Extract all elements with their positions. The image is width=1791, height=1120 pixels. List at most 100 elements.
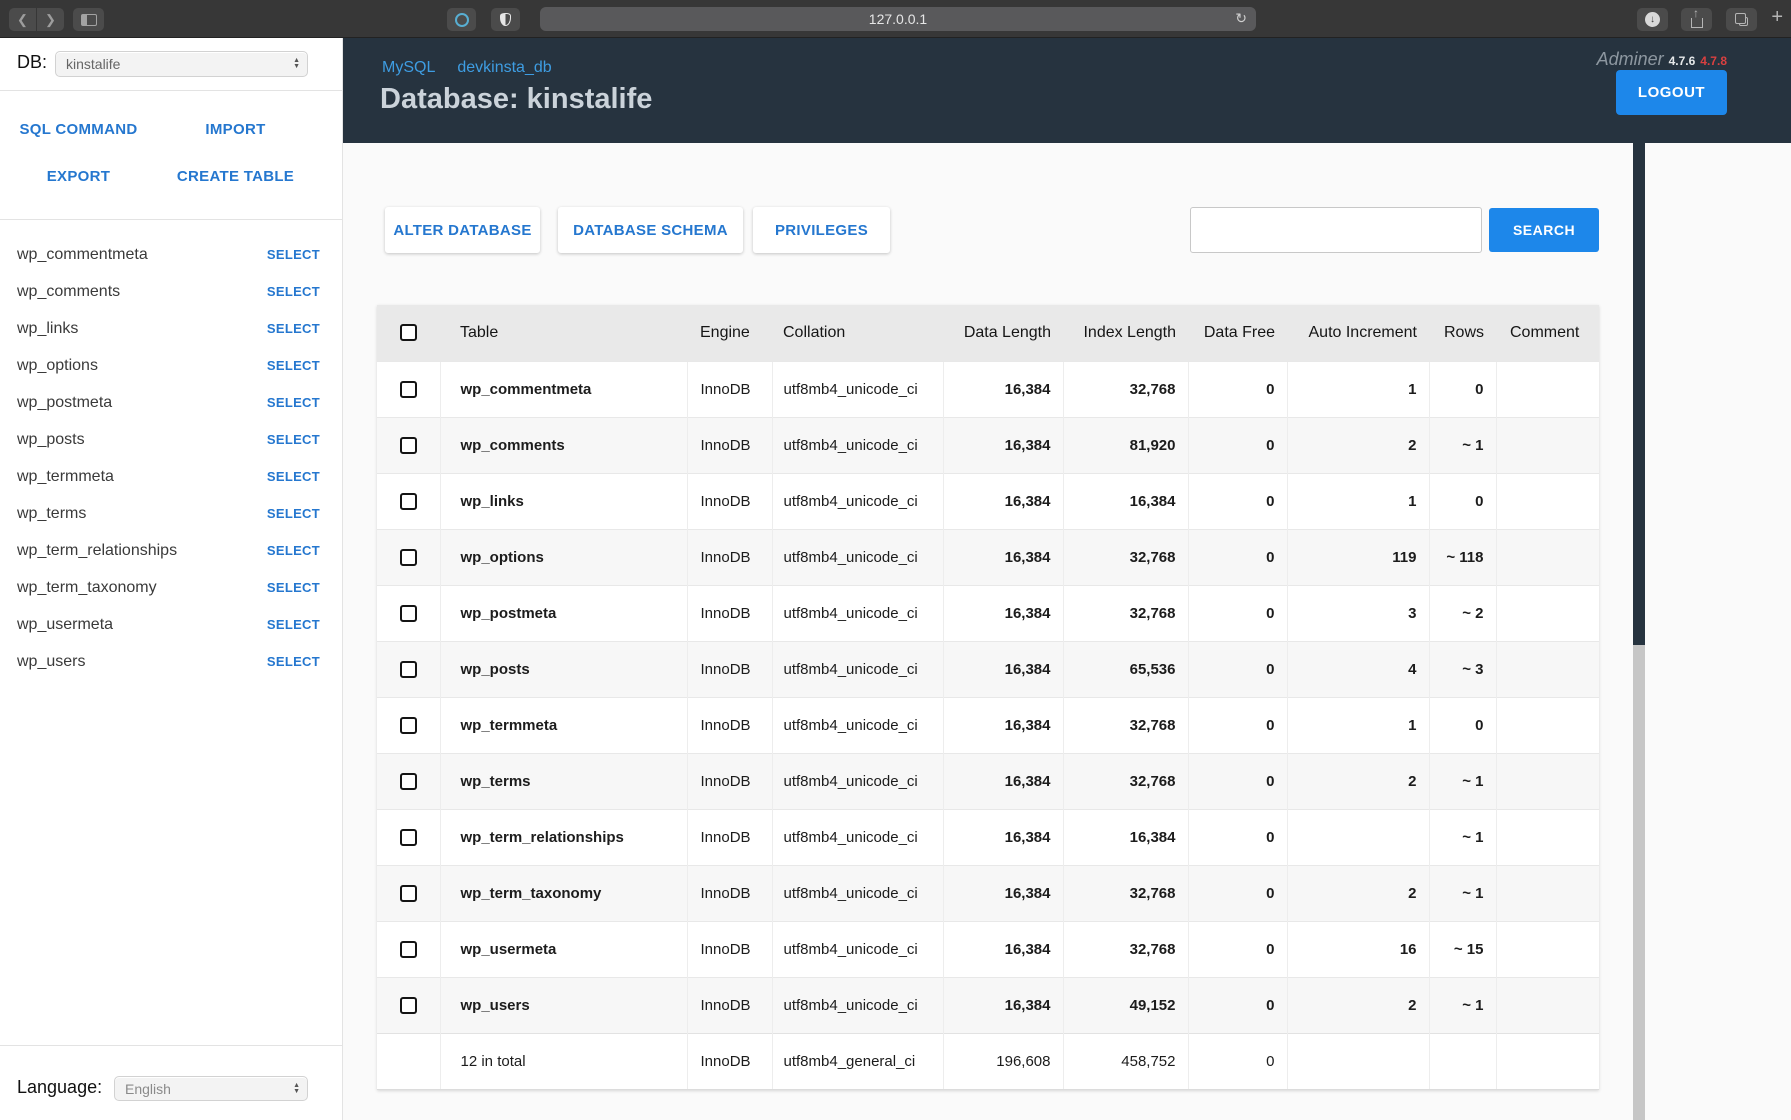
index-length-link[interactable]: 32,768 bbox=[1063, 361, 1188, 417]
row-checkbox[interactable] bbox=[400, 661, 417, 678]
data-free-link[interactable]: 0 bbox=[1188, 977, 1287, 1033]
index-length-link[interactable]: 16,384 bbox=[1063, 809, 1188, 865]
rows-link[interactable]: ~ 1 bbox=[1429, 977, 1496, 1033]
scrollbar-thumb[interactable] bbox=[1633, 143, 1645, 645]
data-length-link[interactable]: 16,384 bbox=[943, 809, 1063, 865]
sidebar-select-link[interactable]: SELECT bbox=[267, 395, 320, 410]
data-free-link[interactable]: 0 bbox=[1188, 753, 1287, 809]
row-checkbox[interactable] bbox=[400, 493, 417, 510]
auto-increment-link[interactable]: 2 bbox=[1287, 753, 1429, 809]
browser-sidebar-toggle-button[interactable] bbox=[73, 8, 104, 31]
rows-link[interactable]: ~ 1 bbox=[1429, 865, 1496, 921]
table-name-link[interactable]: wp_users bbox=[440, 977, 687, 1033]
sidebar-table-link[interactable]: wp_term_relationships bbox=[17, 542, 177, 560]
sidebar-select-link[interactable]: SELECT bbox=[267, 284, 320, 299]
data-free-link[interactable]: 0 bbox=[1188, 921, 1287, 977]
rows-link[interactable]: 0 bbox=[1429, 361, 1496, 417]
sidebar-select-link[interactable]: SELECT bbox=[267, 580, 320, 595]
sidebar-select-link[interactable]: SELECT bbox=[267, 321, 320, 336]
sidebar-table-link[interactable]: wp_postmeta bbox=[17, 394, 112, 412]
data-length-link[interactable]: 16,384 bbox=[943, 641, 1063, 697]
table-name-link[interactable]: wp_posts bbox=[440, 641, 687, 697]
sidebar-table-link[interactable]: wp_terms bbox=[17, 505, 86, 523]
sidebar-select-link[interactable]: SELECT bbox=[267, 432, 320, 447]
rows-link[interactable]: 0 bbox=[1429, 697, 1496, 753]
breadcrumb-database-link[interactable]: devkinsta_db bbox=[457, 59, 551, 77]
breadcrumb-server-link[interactable]: MySQL bbox=[382, 59, 435, 77]
data-free-link[interactable]: 0 bbox=[1188, 641, 1287, 697]
auto-increment-link[interactable]: 1 bbox=[1287, 697, 1429, 753]
row-checkbox[interactable] bbox=[400, 773, 417, 790]
data-free-link[interactable]: 0 bbox=[1188, 417, 1287, 473]
data-free-link[interactable]: 0 bbox=[1188, 585, 1287, 641]
select-all-checkbox[interactable] bbox=[400, 324, 417, 341]
index-length-link[interactable]: 49,152 bbox=[1063, 977, 1188, 1033]
privileges-button[interactable]: PRIVILEGES bbox=[753, 207, 890, 253]
privacy-shield-button[interactable] bbox=[491, 8, 520, 31]
auto-increment-link[interactable]: 119 bbox=[1287, 529, 1429, 585]
new-tab-button[interactable]: + bbox=[1771, 6, 1783, 29]
row-checkbox[interactable] bbox=[400, 717, 417, 734]
create-table-link[interactable]: CREATE TABLE bbox=[177, 168, 294, 185]
browser-back-button[interactable]: ❮ bbox=[9, 8, 36, 31]
table-name-link[interactable]: wp_termmeta bbox=[440, 697, 687, 753]
adminer-new-version-link[interactable]: 4.7.8 bbox=[1700, 54, 1727, 68]
index-length-link[interactable]: 16,384 bbox=[1063, 473, 1188, 529]
table-name-link[interactable]: wp_options bbox=[440, 529, 687, 585]
index-length-link[interactable]: 32,768 bbox=[1063, 585, 1188, 641]
table-name-link[interactable]: wp_term_relationships bbox=[440, 809, 687, 865]
page-scrollbar[interactable] bbox=[1633, 143, 1645, 1120]
index-length-link[interactable]: 32,768 bbox=[1063, 697, 1188, 753]
sidebar-select-link[interactable]: SELECT bbox=[267, 543, 320, 558]
table-name-link[interactable]: wp_links bbox=[440, 473, 687, 529]
db-select[interactable]: kinstalife ▲▼ bbox=[55, 51, 308, 77]
data-length-link[interactable]: 16,384 bbox=[943, 921, 1063, 977]
logout-button[interactable]: LOGOUT bbox=[1616, 70, 1727, 115]
auto-increment-link[interactable]: 1 bbox=[1287, 361, 1429, 417]
row-checkbox[interactable] bbox=[400, 829, 417, 846]
table-name-link[interactable]: wp_usermeta bbox=[440, 921, 687, 977]
data-length-link[interactable]: 16,384 bbox=[943, 529, 1063, 585]
alter-database-button[interactable]: ALTER DATABASE bbox=[385, 207, 540, 253]
export-link[interactable]: EXPORT bbox=[47, 168, 110, 185]
row-checkbox[interactable] bbox=[400, 381, 417, 398]
data-length-link[interactable]: 16,384 bbox=[943, 361, 1063, 417]
table-name-link[interactable]: wp_commentmeta bbox=[440, 361, 687, 417]
table-name-link[interactable]: wp_terms bbox=[440, 753, 687, 809]
reload-icon[interactable]: ↻ bbox=[1235, 10, 1247, 27]
search-button[interactable]: SEARCH bbox=[1489, 208, 1599, 252]
row-checkbox[interactable] bbox=[400, 437, 417, 454]
data-free-link[interactable]: 0 bbox=[1188, 697, 1287, 753]
sidebar-select-link[interactable]: SELECT bbox=[267, 654, 320, 669]
table-name-link[interactable]: wp_postmeta bbox=[440, 585, 687, 641]
data-free-link[interactable]: 0 bbox=[1188, 361, 1287, 417]
row-checkbox[interactable] bbox=[400, 549, 417, 566]
sidebar-select-link[interactable]: SELECT bbox=[267, 358, 320, 373]
auto-increment-link[interactable]: 3 bbox=[1287, 585, 1429, 641]
data-free-link[interactable]: 0 bbox=[1188, 809, 1287, 865]
language-select[interactable]: English ▲▼ bbox=[114, 1076, 308, 1101]
auto-increment-link[interactable] bbox=[1287, 809, 1429, 865]
sidebar-table-link[interactable]: wp_term_taxonomy bbox=[17, 579, 157, 597]
rows-link[interactable]: ~ 15 bbox=[1429, 921, 1496, 977]
index-length-link[interactable]: 32,768 bbox=[1063, 529, 1188, 585]
sidebar-select-link[interactable]: SELECT bbox=[267, 617, 320, 632]
index-length-link[interactable]: 32,768 bbox=[1063, 921, 1188, 977]
sql-command-link[interactable]: SQL COMMAND bbox=[19, 121, 137, 138]
rows-link[interactable]: ~ 1 bbox=[1429, 753, 1496, 809]
index-length-link[interactable]: 65,536 bbox=[1063, 641, 1188, 697]
sidebar-select-link[interactable]: SELECT bbox=[267, 247, 320, 262]
sidebar-table-link[interactable]: wp_posts bbox=[17, 431, 85, 449]
auto-increment-link[interactable]: 4 bbox=[1287, 641, 1429, 697]
rows-link[interactable]: ~ 1 bbox=[1429, 417, 1496, 473]
data-free-link[interactable]: 0 bbox=[1188, 473, 1287, 529]
address-bar[interactable]: 127.0.0.1 ↻ bbox=[540, 7, 1256, 31]
rows-link[interactable]: ~ 2 bbox=[1429, 585, 1496, 641]
data-free-link[interactable]: 0 bbox=[1188, 529, 1287, 585]
auto-increment-link[interactable]: 2 bbox=[1287, 977, 1429, 1033]
auto-increment-link[interactable]: 2 bbox=[1287, 865, 1429, 921]
data-length-link[interactable]: 16,384 bbox=[943, 753, 1063, 809]
rows-link[interactable]: ~ 118 bbox=[1429, 529, 1496, 585]
browser-forward-button[interactable]: ❯ bbox=[37, 8, 64, 31]
index-length-link[interactable]: 32,768 bbox=[1063, 753, 1188, 809]
